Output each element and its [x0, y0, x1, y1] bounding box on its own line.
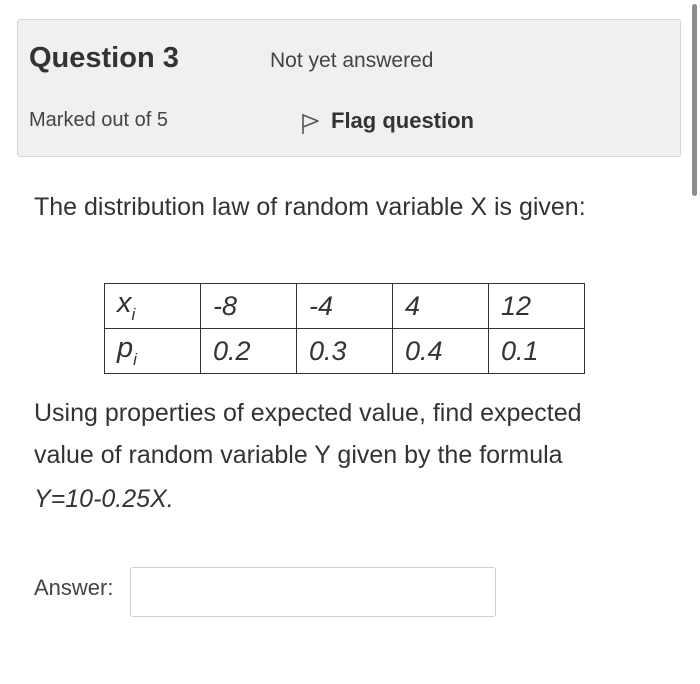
- question-status: Not yet answered: [270, 49, 434, 72]
- flag-question-button[interactable]: Flag question: [301, 106, 474, 136]
- table-cell: 0.1: [488, 328, 585, 374]
- table-cell: 4: [392, 283, 489, 329]
- distribution-table: xi -8 -4 4 12 pi 0.2 0.3 0.4 0.1: [104, 283, 585, 374]
- table-row-x: xi -8 -4 4 12: [104, 283, 585, 329]
- question-info-box: Question 3 Not yet answered Marked out o…: [17, 19, 681, 157]
- question-formula: Y=10-0.25X.: [34, 485, 174, 513]
- table-cell: 0.4: [392, 328, 489, 374]
- question-marks: Marked out of 5: [29, 109, 168, 131]
- table-cell: 0.2: [200, 328, 297, 374]
- question-page: Question 3 Not yet answered Marked out o…: [0, 0, 700, 684]
- flag-question-label: Flag question: [331, 108, 474, 133]
- table-row-p: pi 0.2 0.3 0.4 0.1: [104, 328, 585, 374]
- table-cell: 0.3: [296, 328, 393, 374]
- table-header-x: xi: [104, 283, 201, 329]
- scrollbar[interactable]: [692, 4, 697, 196]
- question-intro-text: The distribution law of random variable …: [34, 193, 586, 221]
- question-task-text: Using properties of expected value, find…: [34, 399, 582, 469]
- flag-icon: [302, 114, 319, 134]
- answer-input[interactable]: [130, 567, 496, 617]
- question-title: Question 3: [29, 42, 179, 74]
- table-header-p: pi: [104, 328, 201, 374]
- table-cell: -4: [296, 283, 393, 329]
- answer-label: Answer:: [34, 575, 114, 600]
- table-cell: -8: [200, 283, 297, 329]
- table-cell: 12: [488, 283, 585, 329]
